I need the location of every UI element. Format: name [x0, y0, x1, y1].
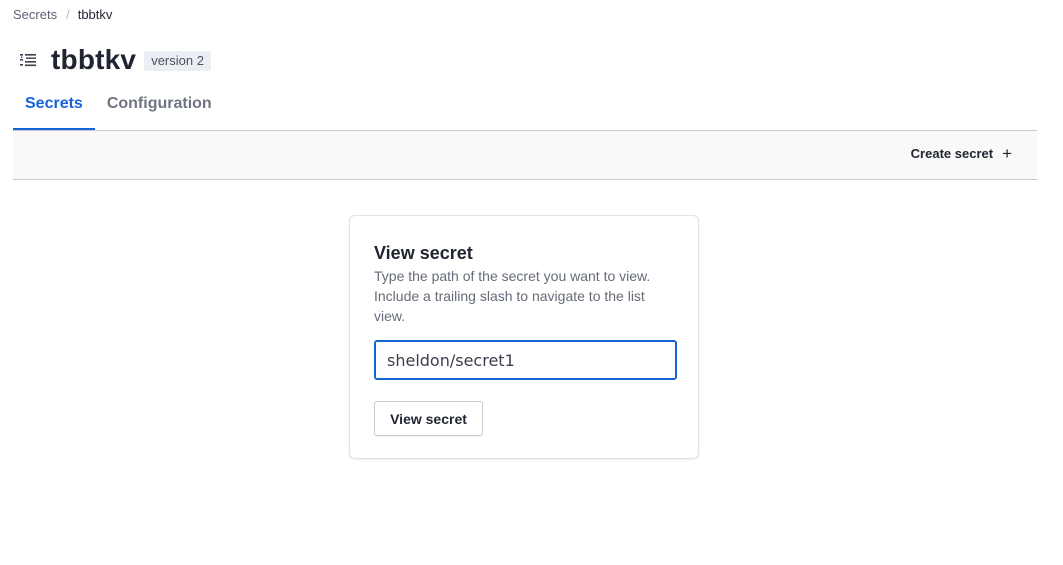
breadcrumb-current: tbbtkv: [77, 7, 113, 22]
plus-icon: +: [1002, 143, 1012, 163]
breadcrumb-separator: /: [66, 7, 70, 22]
breadcrumb-secrets-link[interactable]: Secrets: [13, 7, 57, 22]
page-title: tbbtkv: [51, 44, 137, 75]
card-title: View secret: [374, 243, 473, 263]
page-header: tbbtkv version 2: [18, 43, 211, 77]
tab-bar: Secrets Configuration: [13, 84, 224, 130]
version-badge: version 2: [144, 51, 211, 71]
toolbar: Create secret +: [13, 130, 1037, 180]
view-secret-card: View secret Type the path of the secret …: [349, 215, 699, 459]
view-secret-button[interactable]: View secret: [374, 401, 483, 436]
tab-secrets[interactable]: Secrets: [13, 84, 95, 130]
card-description: Type the path of the secret you want to …: [374, 268, 651, 324]
kv-list-icon: [18, 50, 38, 70]
secret-path-input[interactable]: [374, 340, 677, 380]
page: Secrets / tbbtkv tbbtkv version 2 Secret…: [0, 0, 1063, 565]
create-secret-button[interactable]: Create secret +: [910, 143, 1012, 163]
tab-configuration[interactable]: Configuration: [95, 84, 224, 130]
create-secret-label: Create secret: [910, 146, 994, 161]
breadcrumb: Secrets / tbbtkv: [13, 7, 112, 22]
